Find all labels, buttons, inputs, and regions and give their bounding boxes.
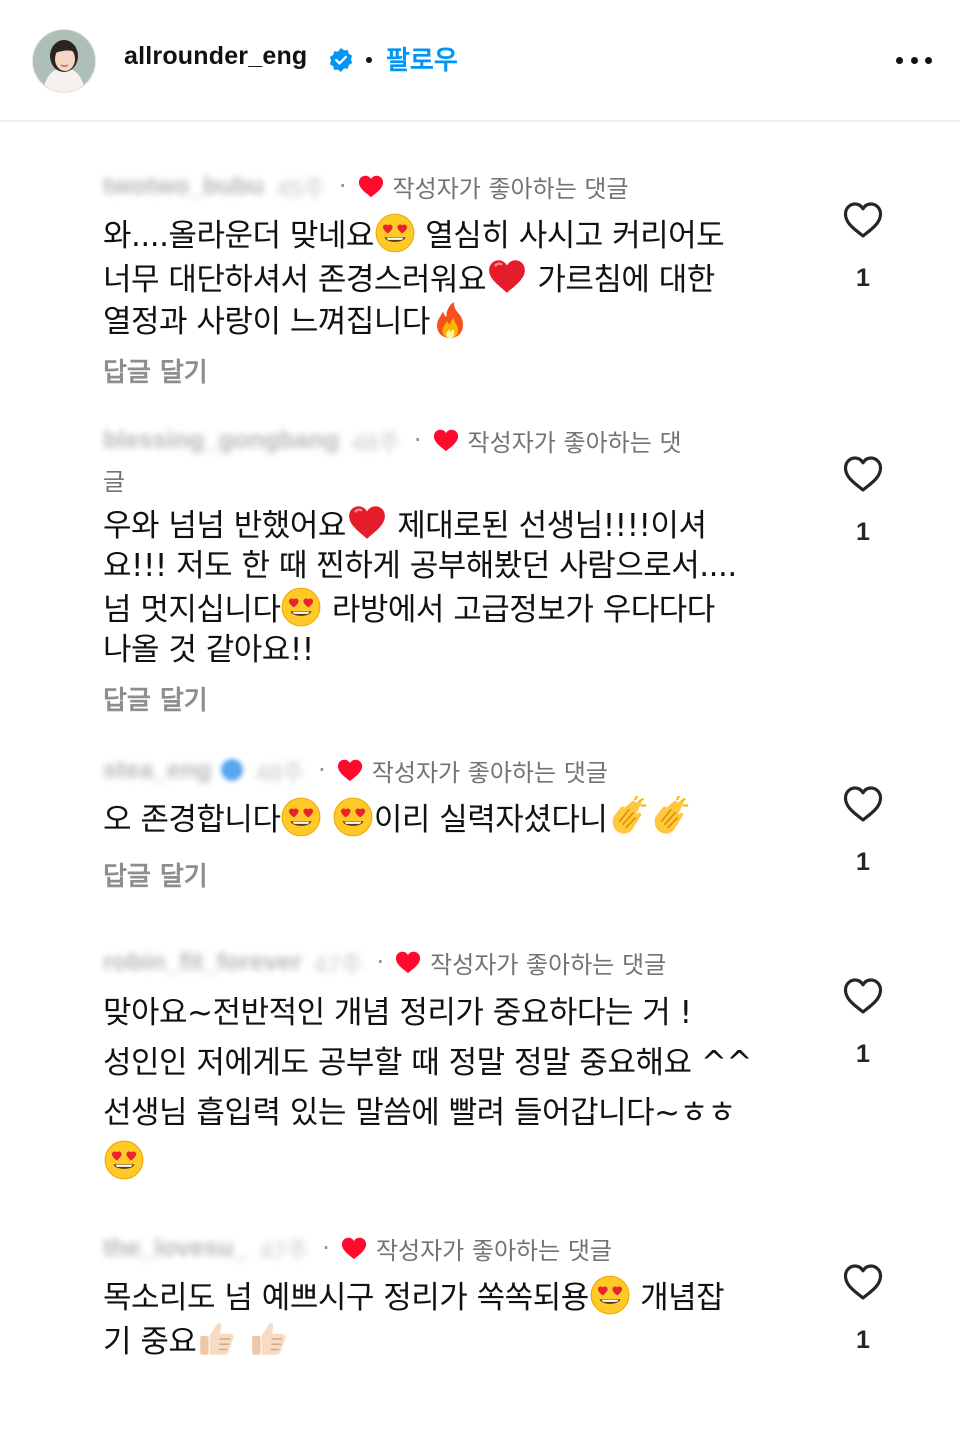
post-header: allrounder_eng 팔로우 [0,0,960,122]
like-heart-icon[interactable] [842,1262,884,1302]
creator-liked-heart-icon [394,949,422,975]
like-count[interactable]: 1 [853,848,873,877]
creator-liked-heart-icon [357,173,385,199]
like-count[interactable]: 1 [853,518,873,547]
separator-dot [366,57,372,63]
follow-button[interactable]: 팔로우 [386,40,458,77]
avatar-photo [33,30,95,92]
red-heart-emoji-icon [486,256,528,298]
avatar[interactable] [32,29,96,93]
blurred-timestamp: 48주 [351,429,400,457]
blurred-username[interactable]: the_lovesu_ [103,1234,248,1263]
like-heart-icon[interactable] [842,454,884,494]
blurred-verified-badge [221,759,244,781]
thumbs-up-emoji-icon [196,1318,238,1360]
liked-by-author-label: 작성자가 좋아하는 댓글 [371,758,608,787]
like-heart-icon[interactable] [842,976,884,1016]
like-count[interactable]: 1 [853,1040,873,1069]
thumbs-up-emoji-icon [248,1318,290,1360]
comment-text: 오 존경합니다 이리 실력자셨다니 [103,796,793,840]
blurred-username[interactable]: robin_fit_forever [103,948,302,977]
username[interactable]: allrounder_eng [124,42,307,71]
blurred-timestamp: 45주 [276,175,325,203]
red-heart-emoji-icon [346,502,388,544]
blurred-timestamp: 47주 [313,951,363,979]
heart-eyes-emoji-icon [103,1139,145,1181]
reply-button[interactable]: 답글 달기 [103,856,208,893]
heart-eyes-emoji-icon [280,796,322,838]
reply-button[interactable]: 답글 달기 [103,352,208,389]
blurred-username[interactable]: stea_eng [103,756,211,785]
like-count[interactable]: 1 [853,264,873,293]
more-horizontal-icon[interactable] [896,52,932,68]
creator-liked-heart-icon [340,1235,368,1261]
comment-meta: robin_fit_forever 47주 · 작성자가 좋아하는 댓글 [103,944,666,980]
separator-dot: · [376,948,385,976]
liked-by-author-label: 작성자가 좋아하는 댓글 [392,174,629,203]
creator-liked-heart-icon [432,427,460,453]
clapping-hands-emoji-icon [649,796,691,838]
blurred-timestamp: 47주 [259,1237,309,1265]
like-heart-icon[interactable] [842,784,884,824]
blurred-timestamp: 48주 [255,759,305,787]
liked-by-author-label-wrap: 글 [103,468,126,496]
like-heart-icon[interactable] [842,200,884,240]
comment-text: 우와 넘넘 반했어요 제대로된 선생님!!!!이셔 요!!! 저도 한 때 찐하… [103,502,793,670]
verified-badge-icon [329,48,353,72]
comment-meta: blessing_gongbang 48주 · 작성자가 좋아하는 댓 [103,422,682,458]
creator-liked-heart-icon [336,757,364,783]
comment-meta: the_lovesu_ 47주 · 작성자가 좋아하는 댓글 [103,1230,612,1266]
comment-text: 맞아요~전반적인 개념 정리가 중요하다는 거 ! 성인인 저에게도 공부할 때… [103,988,793,1188]
liked-by-author-label: 작성자가 좋아하는 댓글 [430,950,667,979]
heart-eyes-emoji-icon [589,1274,631,1316]
separator-dot: · [318,756,326,784]
liked-by-author-label: 작성자가 좋아하는 댓 [467,428,682,457]
separator-dot: · [413,426,422,454]
blurred-username[interactable]: blessing_gongbang [103,426,339,455]
separator-dot: · [322,1234,330,1262]
blurred-username[interactable]: twotwo_bubu [103,172,264,201]
like-count[interactable]: 1 [853,1326,873,1355]
fire-emoji-icon [430,300,470,340]
liked-by-author-label: 작성자가 좋아하는 댓글 [375,1236,612,1265]
reply-button[interactable]: 답글 달기 [103,680,208,717]
comment-text: 와....올라운더 맞네요 열심히 사시고 커리어도 너무 대단하셔서 존경스러… [103,212,793,342]
clapping-hands-emoji-icon [607,796,649,838]
heart-eyes-emoji-icon [332,796,374,838]
comment-meta: stea_eng 48주 · 작성자가 좋아하는 댓글 [103,752,608,788]
heart-eyes-emoji-icon [280,586,322,628]
comment-text: 목소리도 넘 예쁘시구 정리가 쏙쏙되용 개념잡 기 중요 [103,1274,793,1362]
comment-meta: twotwo_bubu 45주 · 작성자가 좋아하는 댓글 [103,168,629,204]
heart-eyes-emoji-icon [374,212,416,254]
separator-dot: · [338,172,347,200]
